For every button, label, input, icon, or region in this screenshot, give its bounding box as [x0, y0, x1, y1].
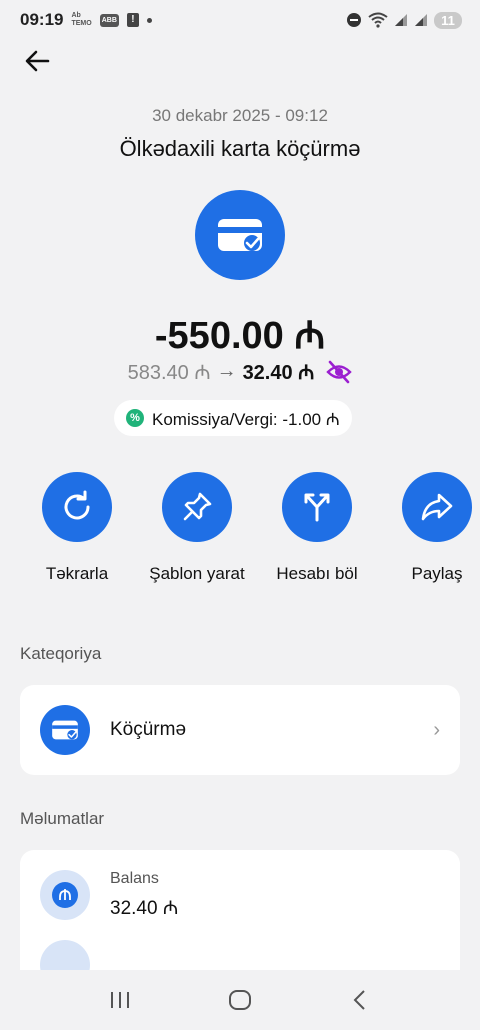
transaction-date: 30 dekabr 2025 - 09:12 [152, 106, 328, 125]
signal-icon [395, 14, 407, 26]
back-button[interactable] [22, 46, 54, 76]
home-icon [229, 990, 251, 1010]
chevron-left-icon [353, 990, 365, 1010]
repeat-label: Təkrarla [45, 564, 109, 583]
transaction-type-icon [195, 190, 285, 280]
split-button[interactable] [282, 472, 352, 542]
template-action[interactable]: Şablon yarat [142, 472, 252, 587]
category-label: Köçürmə [110, 719, 187, 740]
balance-value: 32.40 ₼ [110, 898, 179, 919]
back-nav-button[interactable] [340, 980, 380, 1020]
home-button[interactable] [220, 980, 260, 1020]
eye-off-icon[interactable] [326, 359, 353, 385]
system-nav-bar [0, 970, 480, 1030]
status-bar: 09:19 Ab TEMO ABB ! 11 [0, 0, 480, 40]
category-section-label: Kateqoriya [20, 644, 102, 663]
dnd-icon [347, 13, 361, 27]
share-button[interactable] [402, 472, 472, 542]
commission-badge: % Komissiya/Vergi: -1.00 ₼ [114, 400, 352, 436]
transaction-amount: -550.00 ₼ [154, 315, 326, 357]
chevron-right-icon: › [433, 718, 440, 741]
commission-text: Komissiya/Vergi: -1.00 ₼ [152, 409, 340, 429]
split-label: Hesabı böl [276, 564, 358, 583]
template-label: Şablon yarat [149, 564, 245, 583]
template-button[interactable] [162, 472, 232, 542]
balance-key: Balans [110, 870, 159, 887]
arrow-left-icon [25, 50, 50, 72]
alert-icon: ! [126, 13, 139, 27]
battery-indicator: 11 [434, 11, 462, 29]
bank-notification-icon: ABB [99, 13, 119, 27]
arrow-right: → [216, 360, 237, 382]
notification-app-icon: Ab TEMO [71, 12, 92, 27]
recents-icon [111, 992, 129, 1008]
split-action[interactable]: Hesabı böl [262, 472, 372, 587]
pin-icon [183, 492, 212, 521]
repeat-button[interactable] [42, 472, 112, 542]
clock: 09:19 [20, 10, 64, 29]
card-check-icon [218, 219, 262, 251]
balance-change: 583.40 ₼ → 32.40 ₼ [0, 358, 480, 385]
balance-icon [40, 870, 90, 920]
share-action[interactable]: Paylaş [382, 472, 480, 587]
more-notifications-icon [146, 17, 152, 23]
details-card: Balans 32.40 ₼ [20, 850, 460, 990]
signal-icon-2 [415, 14, 427, 26]
balance-after: 32.40 ₼ [242, 362, 315, 384]
wifi-icon [368, 12, 388, 28]
transaction-title: Ölkədaxili karta köçürmə [119, 136, 361, 161]
percent-icon: % [126, 409, 144, 427]
share-label: Paylaş [411, 564, 463, 583]
repeat-icon [64, 490, 90, 520]
manat-icon [59, 889, 71, 900]
split-icon [304, 493, 330, 522]
details-section-label: Məlumatlar [20, 809, 105, 828]
recents-button[interactable] [100, 980, 140, 1020]
balance-row: Balans 32.40 ₼ [20, 850, 460, 940]
repeat-action[interactable]: Təkrarla [22, 472, 132, 587]
category-row[interactable]: Köçürmə › [20, 685, 460, 775]
balance-before: 583.40 ₼ [127, 362, 211, 384]
card-check-icon [52, 720, 78, 740]
share-icon [421, 493, 453, 521]
category-icon [40, 705, 90, 755]
category-card[interactable]: Köçürmə › [20, 685, 460, 775]
